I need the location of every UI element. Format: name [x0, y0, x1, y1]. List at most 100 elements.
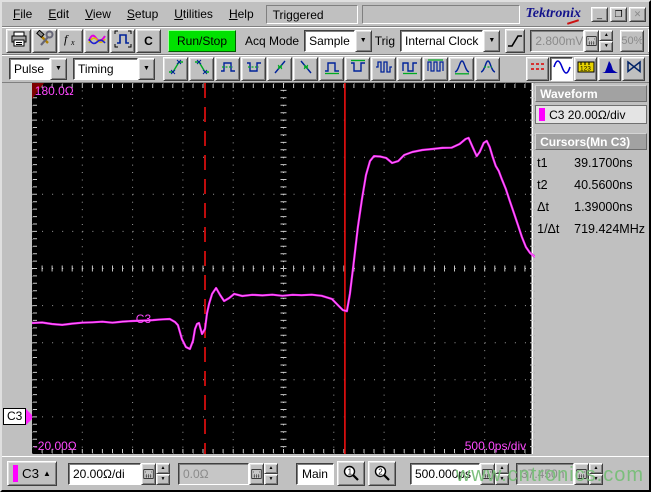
menu-file[interactable]: File: [6, 4, 40, 24]
zoom-1-button[interactable]: 1: [336, 461, 365, 486]
cursors-icon-button[interactable]: [526, 56, 549, 81]
vertical-offset-field[interactable]: 0.0Ω ▲ ▼: [177, 462, 278, 485]
burst-width-icon-button[interactable]: [371, 56, 396, 81]
spin-down-icon[interactable]: ▼: [599, 40, 614, 52]
period-icon-button[interactable]: [397, 56, 422, 81]
mask-icon: [625, 58, 643, 79]
keypad-icon[interactable]: [248, 462, 264, 485]
minimize-button[interactable]: _: [591, 6, 608, 22]
waveform-trace: [31, 136, 535, 351]
main-toolbar: fx C Run/Stop Acq Mode Sample ▼ Trig Inte…: [2, 27, 649, 55]
falling-edge-icon: [297, 58, 315, 79]
formula-icon-button[interactable]: fx: [58, 28, 83, 53]
histogram-icon-button[interactable]: [598, 56, 621, 81]
mask-icon-button[interactable]: [622, 56, 645, 81]
spinner[interactable]: ▲ ▼: [263, 462, 278, 485]
spinner[interactable]: ▲ ▼: [494, 462, 509, 485]
spin-down-icon[interactable]: ▼: [494, 473, 509, 485]
trigger-level-value[interactable]: 2.800mV: [530, 29, 585, 52]
horizontal-position-field[interactable]: 37.450n ▲ ▼: [515, 462, 603, 485]
acq-mode-select[interactable]: Sample ▼: [304, 29, 372, 52]
channel-reference-marker[interactable]: C3: [3, 408, 35, 425]
fall-time-icon-button[interactable]: [189, 56, 214, 81]
spin-up-icon[interactable]: ▲: [155, 462, 170, 474]
spinner[interactable]: ▲ ▼: [599, 29, 614, 52]
spinner[interactable]: ▲ ▼: [588, 462, 603, 485]
vertical-scale-field[interactable]: 20.00Ω/di ▲ ▼: [67, 462, 170, 485]
spin-up-icon[interactable]: ▲: [494, 462, 509, 474]
positive-width-icon: [219, 58, 237, 79]
spin-up-icon[interactable]: ▲: [588, 462, 603, 474]
trigger-slope-button[interactable]: [505, 28, 526, 53]
chevron-down-icon[interactable]: ▼: [354, 29, 372, 52]
negative-width-icon-button[interactable]: [241, 56, 266, 81]
channel-select-button[interactable]: C3 ▲: [7, 461, 57, 486]
chevron-down-icon[interactable]: ▼: [483, 29, 501, 52]
rise-time-icon-button[interactable]: [163, 56, 188, 81]
spin-down-icon[interactable]: ▼: [155, 473, 170, 485]
positive-area-icon-button[interactable]: [449, 56, 474, 81]
menu-edit[interactable]: Edit: [41, 4, 77, 24]
vertical-scale-value[interactable]: 20.00Ω/di: [67, 462, 141, 485]
measure-type-select[interactable]: Timing ▼: [73, 57, 155, 80]
restore-button[interactable]: ❐: [610, 6, 627, 22]
trace-label: C3: [135, 312, 152, 326]
trigger-status: Triggered: [265, 4, 358, 24]
horizontal-position-value[interactable]: 37.450n: [515, 462, 574, 485]
keypad-icon[interactable]: [479, 462, 495, 485]
trigger-level-field[interactable]: 2.800mV ▲ ▼: [530, 29, 614, 52]
waveform-display: [31, 83, 535, 454]
tools-icon-button[interactable]: [32, 28, 57, 53]
chevron-down-icon[interactable]: ▼: [50, 57, 67, 80]
positive-area-icon: [453, 58, 471, 79]
menu-setup[interactable]: Setup: [120, 4, 166, 24]
menu-bar: File Edit View Setup Utilities Help Triggered…: [2, 2, 649, 27]
menu-help[interactable]: Help: [222, 4, 262, 24]
measure-category-select[interactable]: Pulse ▼: [9, 57, 67, 80]
spin-up-icon[interactable]: ▲: [263, 462, 278, 474]
rising-edge-icon-button[interactable]: [267, 56, 292, 81]
channel-reference-label: C3: [3, 408, 27, 425]
trig-source-select[interactable]: Internal Clock ▼: [400, 29, 501, 52]
print-icon: [10, 30, 28, 51]
waveform-style-icon-button[interactable]: [84, 28, 109, 53]
keypad-icon[interactable]: [140, 462, 156, 485]
menu-items: File Edit View Setup Utilities Help: [6, 4, 262, 24]
measure-icon-button[interactable]: 123: [574, 56, 597, 81]
timebase-value[interactable]: 500.000ps: [409, 462, 480, 485]
keypad-icon[interactable]: [584, 29, 600, 52]
keypad-icon[interactable]: [573, 462, 589, 485]
print-icon-button[interactable]: [6, 28, 31, 53]
negative-pulse-icon-button[interactable]: [345, 56, 370, 81]
spin-down-icon[interactable]: ▼: [588, 473, 603, 485]
cursor-reading-row: t2 40.5600ns: [537, 178, 645, 200]
rising-edge-icon: [271, 58, 289, 79]
reading-label: 1/Δt: [537, 222, 560, 236]
channel-list-item[interactable]: C3 20.00Ω/div: [535, 105, 647, 124]
menu-utilities[interactable]: Utilities: [167, 4, 221, 24]
burst-width-icon: [375, 58, 393, 79]
zoom-2-button[interactable]: 2: [367, 461, 396, 486]
set-50-percent-button[interactable]: 50%: [620, 29, 645, 52]
menu-view[interactable]: View: [78, 4, 119, 24]
timebase-field[interactable]: 500.000ps ▲ ▼: [409, 462, 509, 485]
positive-width-icon-button[interactable]: [215, 56, 240, 81]
spinner[interactable]: ▲ ▼: [155, 462, 170, 485]
close-button[interactable]: ✕: [629, 6, 646, 22]
chevron-down-icon[interactable]: ▼: [138, 57, 155, 80]
spin-down-icon[interactable]: ▼: [263, 473, 278, 485]
spin-up-icon[interactable]: ▲: [599, 29, 614, 41]
negative-area-icon-button[interactable]: [475, 56, 500, 81]
waveform-view-icon-button[interactable]: [550, 56, 573, 81]
run-stop-button[interactable]: Run/Stop: [168, 29, 237, 52]
main-timebase-button[interactable]: Main: [295, 462, 334, 485]
measurement-icon-group: [163, 56, 500, 81]
pulse-setup-icon-button[interactable]: [110, 28, 135, 53]
trig-label: Trig: [374, 33, 395, 48]
c-button[interactable]: C: [136, 28, 161, 53]
positive-pulse-icon-button[interactable]: [319, 56, 344, 81]
channel-color-stripe: [13, 465, 18, 482]
frequency-icon-button[interactable]: [423, 56, 448, 81]
vertical-offset-value[interactable]: 0.0Ω: [177, 462, 249, 485]
falling-edge-icon-button[interactable]: [293, 56, 318, 81]
